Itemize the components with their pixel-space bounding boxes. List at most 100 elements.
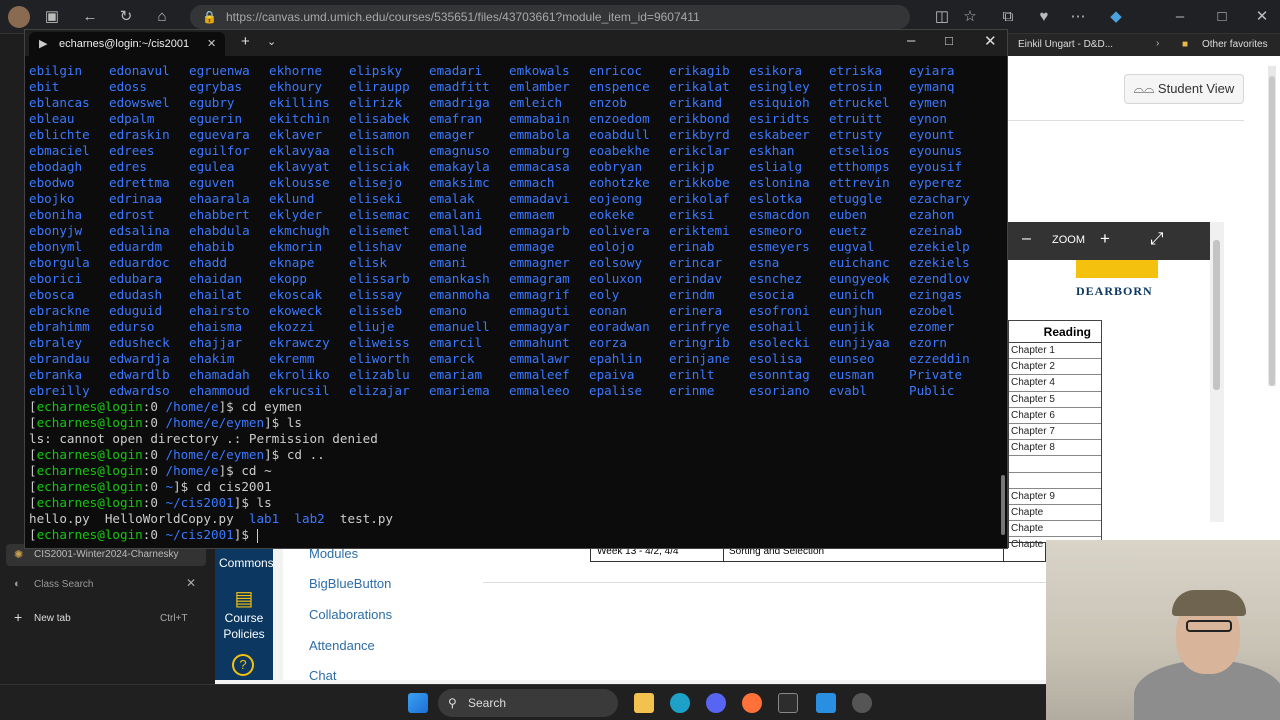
ls-entry: eoradwan (589, 319, 650, 334)
commons-link[interactable]: Commons (219, 556, 274, 570)
course-policies-link[interactable]: Course Policies (217, 610, 271, 642)
ls-entry: emleich (509, 95, 563, 110)
ls-entry: elissay (349, 287, 403, 302)
nav-attendance[interactable]: Attendance (309, 638, 375, 653)
start-icon[interactable] (408, 693, 428, 713)
terminal-segment: ]$ cd cis2001 (173, 479, 272, 494)
terminal-close-icon[interactable]: ✕ (984, 32, 997, 50)
ls-entry: ebleau (29, 111, 75, 126)
terminal-tabbar: ▶ echarnes@login:~/cis2001 ✕ + ⌄ – □ ✕ (25, 30, 1007, 56)
terminal-segment: ~ (165, 479, 174, 494)
nav-bigbluebutton[interactable]: BigBlueButton (309, 576, 391, 591)
ls-entry: elisk (349, 255, 387, 270)
terminal-segment: echarnes@login (36, 447, 143, 462)
ls-entry: ezekiels (909, 255, 970, 270)
ls-row: ebraley edusheck ehajjar ekrawczy eliweiss em… (29, 335, 1005, 351)
ls-entry: eliuje (349, 319, 395, 334)
taskbar-search[interactable]: ⚲ Search (438, 689, 618, 717)
minimize-icon[interactable]: – (1170, 7, 1190, 27)
discord-icon[interactable] (706, 693, 726, 713)
ls-entry: eklund (269, 191, 315, 206)
terminal-segment: ]$ (233, 527, 257, 542)
chapter-cell (1009, 473, 1101, 489)
chevron-right-icon[interactable]: › (1156, 38, 1159, 49)
fullscreen-icon[interactable]: ⤢ (1150, 229, 1164, 249)
ls-entry: emmabain (509, 111, 570, 126)
terminal-segment: ~/cis2001 (165, 495, 234, 510)
maximize-icon[interactable]: □ (1212, 7, 1232, 27)
file-explorer-icon[interactable] (634, 693, 654, 713)
terminal-maximize-icon[interactable]: □ (945, 33, 953, 48)
other-favorites[interactable]: Other favorites (1202, 39, 1268, 50)
ls-entry: epahlin (589, 351, 643, 366)
home-icon[interactable]: ⌂ (152, 7, 172, 27)
student-view-button[interactable]: ⌓⌓ Student View (1124, 74, 1244, 104)
close-tab-icon[interactable]: ✕ (207, 32, 216, 56)
ls-entry: emmaguti (509, 303, 570, 318)
chevron-down-icon[interactable]: ⌄ (267, 35, 276, 48)
page-scroll-thumb[interactable] (1269, 76, 1275, 386)
copilot-icon[interactable]: ◆ (1106, 7, 1126, 27)
terminal-scrollbar[interactable] (1001, 475, 1005, 535)
ls-entry: euichanc (829, 255, 890, 270)
app-icon[interactable] (852, 693, 872, 713)
more-icon[interactable]: ⋯ (1068, 7, 1088, 27)
ls-entry: erinab (669, 239, 715, 254)
terminal-app-icon[interactable] (778, 693, 798, 713)
favorites-icon[interactable]: ☆ (960, 7, 980, 27)
extensions-icon[interactable]: ♥ (1034, 7, 1054, 27)
refresh-icon[interactable]: ↻ (116, 7, 136, 27)
ls-entry: erikand (669, 95, 723, 110)
nav-chat[interactable]: Chat (309, 668, 336, 683)
collections-icon[interactable]: ⧉ (998, 7, 1018, 27)
workspaces-icon[interactable]: ▣ (42, 7, 62, 27)
new-tab-button[interactable]: + New tab Ctrl+T (6, 608, 206, 630)
vscode-icon[interactable] (816, 693, 836, 713)
back-icon[interactable]: ← (80, 7, 100, 27)
address-bar[interactable]: 🔒 https://canvas.umd.umich.edu/courses/5… (190, 5, 910, 29)
new-tab-plus-icon[interactable]: + (241, 33, 250, 50)
ls-entry: etrusty (829, 127, 883, 142)
terminal-minimize-icon[interactable]: – (907, 32, 915, 49)
edge-icon[interactable] (670, 693, 690, 713)
scroll-thumb[interactable] (1213, 240, 1220, 390)
terminal-tab[interactable]: ▶ echarnes@login:~/cis2001 ✕ (29, 32, 225, 56)
close-icon[interactable]: ✕ (1252, 7, 1272, 27)
help-icon[interactable]: ? (232, 654, 254, 676)
tab-class-search[interactable]: ◐ Class Search ✕ (6, 574, 206, 596)
ls-entry: eguerin (189, 111, 243, 126)
ls-entry: emalani (429, 207, 483, 222)
ls-entry: elipsky (349, 63, 403, 78)
split-screen-icon[interactable]: ◫ (932, 7, 952, 27)
reading-header: Reading (1009, 321, 1101, 343)
ls-entry: emmaburg (509, 143, 570, 158)
ls-entry: eunjik (829, 319, 875, 334)
screen: ▣ ← ↻ ⌂ 🔒 https://canvas.umd.umich.edu/c… (0, 0, 1280, 720)
profile-avatar[interactable] (8, 6, 30, 28)
close-tab-icon[interactable]: ✕ (186, 576, 196, 590)
ls-entry: emanuell (429, 319, 490, 334)
zoom-in-icon[interactable]: + (1100, 229, 1110, 249)
ls-entry: ezendlov (909, 271, 970, 286)
terminal-output[interactable]: ebilgin edonavul egruenwa ekhorne elipsky ema… (29, 63, 1005, 543)
nav-scrollbar[interactable] (273, 548, 283, 680)
ls-entry: enricoc (589, 63, 643, 78)
firefox-icon[interactable] (742, 693, 762, 713)
ls-entry: emkowals (509, 63, 570, 78)
ls-entry: ehailat (189, 287, 243, 302)
pdf-scrollbar[interactable] (1210, 222, 1224, 522)
ls-entry: edurso (109, 319, 155, 334)
ls-entry: ekhoury (269, 79, 323, 94)
terminal-window[interactable]: ▶ echarnes@login:~/cis2001 ✕ + ⌄ – □ ✕ e… (24, 29, 1008, 549)
favorite-item[interactable]: Einkil Ungart - D&D... (1018, 39, 1113, 50)
ls-entry: egubry (189, 95, 235, 110)
ls-entry: eugval (829, 239, 875, 254)
page-scrollbar[interactable] (1268, 66, 1276, 386)
terminal-segment: echarnes@login (36, 463, 143, 478)
ls-entry: edoss (109, 79, 147, 94)
student-view-label: Student View (1157, 81, 1235, 96)
ls-entry: ebosca (29, 287, 75, 302)
nav-collaborations[interactable]: Collaborations (309, 607, 392, 622)
chapter-list: Chapter 1 Chapter 2 Chapter 4 Chapter 5 Chap… (1009, 343, 1101, 554)
zoom-out-icon[interactable]: – (1022, 230, 1031, 248)
